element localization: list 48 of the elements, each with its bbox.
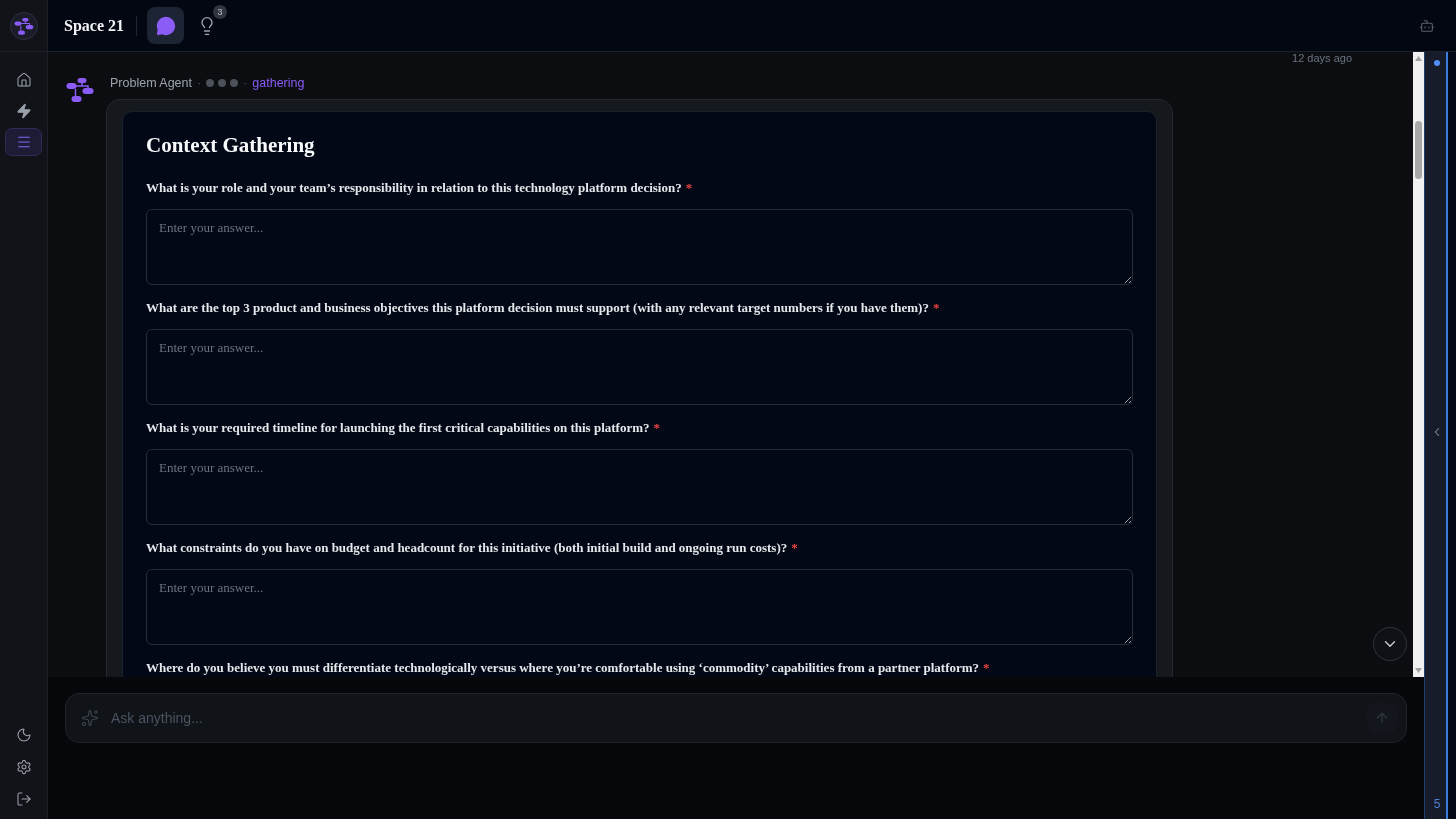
lightbulb-tab[interactable]: 3 [188, 7, 225, 44]
scroll-up-arrow-icon[interactable] [1415, 56, 1422, 61]
chat-input[interactable]: Ask anything... [111, 703, 1355, 733]
message-box[interactable]: Ask anything... [65, 693, 1407, 743]
answer-field[interactable]: Enter your answer... [146, 209, 1133, 285]
typing-dot-icon [206, 79, 215, 87]
moon-icon [15, 727, 32, 743]
scroll-down-button[interactable] [1373, 627, 1407, 661]
form-title: Context Gathering [146, 132, 316, 159]
status-label: gathering [252, 75, 305, 91]
scrollbar-thumb[interactable] [1415, 121, 1422, 179]
required-asterisk: * [983, 660, 990, 675]
separator: · [243, 75, 248, 91]
space-title: Space 21 [64, 16, 124, 35]
sparkle-icon [81, 709, 99, 727]
typing-dot-icon [218, 79, 227, 87]
scroll-down-arrow-icon[interactable] [1415, 668, 1422, 673]
settings-icon [15, 759, 32, 775]
answer-field[interactable]: Enter your answer... [146, 449, 1133, 525]
question-text: Where do you believe you must differentiate technologically versus where you’re comfortable using ‘commodity’ capabilities from a partner platform? [146, 660, 980, 675]
workflow-icon [66, 77, 94, 103]
menu-icon [15, 134, 32, 150]
chat-bubble-icon [155, 15, 176, 36]
home-icon [15, 72, 32, 88]
answer-field[interactable]: Enter your answer... [146, 329, 1133, 405]
agent-name: Problem Agent [110, 75, 192, 91]
required-asterisk: * [932, 300, 940, 315]
logout-icon [15, 791, 32, 807]
question-text: What are the top 3 product and business objectives this platform decision must support (with any relevant target numbers if you have them)? [146, 300, 929, 315]
robot-button[interactable] [1419, 17, 1435, 34]
separator: · [197, 75, 202, 91]
count-badge: 3 [213, 5, 227, 19]
logo-icon[interactable] [9, 11, 38, 40]
count-label: 5 [1433, 797, 1441, 811]
typing-dot-icon [230, 79, 239, 87]
scrollbar[interactable] [1413, 52, 1424, 677]
required-asterisk: * [653, 420, 660, 435]
answer-field[interactable]: Enter your answer... [146, 569, 1133, 645]
question-text: What is your role and your team’s responsibility in relation to this technology platform decision? [146, 180, 682, 195]
timestamp: 12 days ago [1292, 52, 1352, 65]
robot-icon [1419, 17, 1435, 34]
marker-dot-icon [1434, 60, 1440, 66]
question-text: What constraints do you have on budget and headcount for this initiative (both initial build and ongoing run costs)? [146, 540, 788, 555]
required-asterisk: * [685, 180, 693, 195]
question-text: What is your required timeline for launching the first critical capabilities on this platform? [146, 420, 650, 435]
chat-tab[interactable] [147, 7, 184, 44]
lightning-icon [15, 103, 32, 119]
required-asterisk: * [791, 540, 798, 555]
